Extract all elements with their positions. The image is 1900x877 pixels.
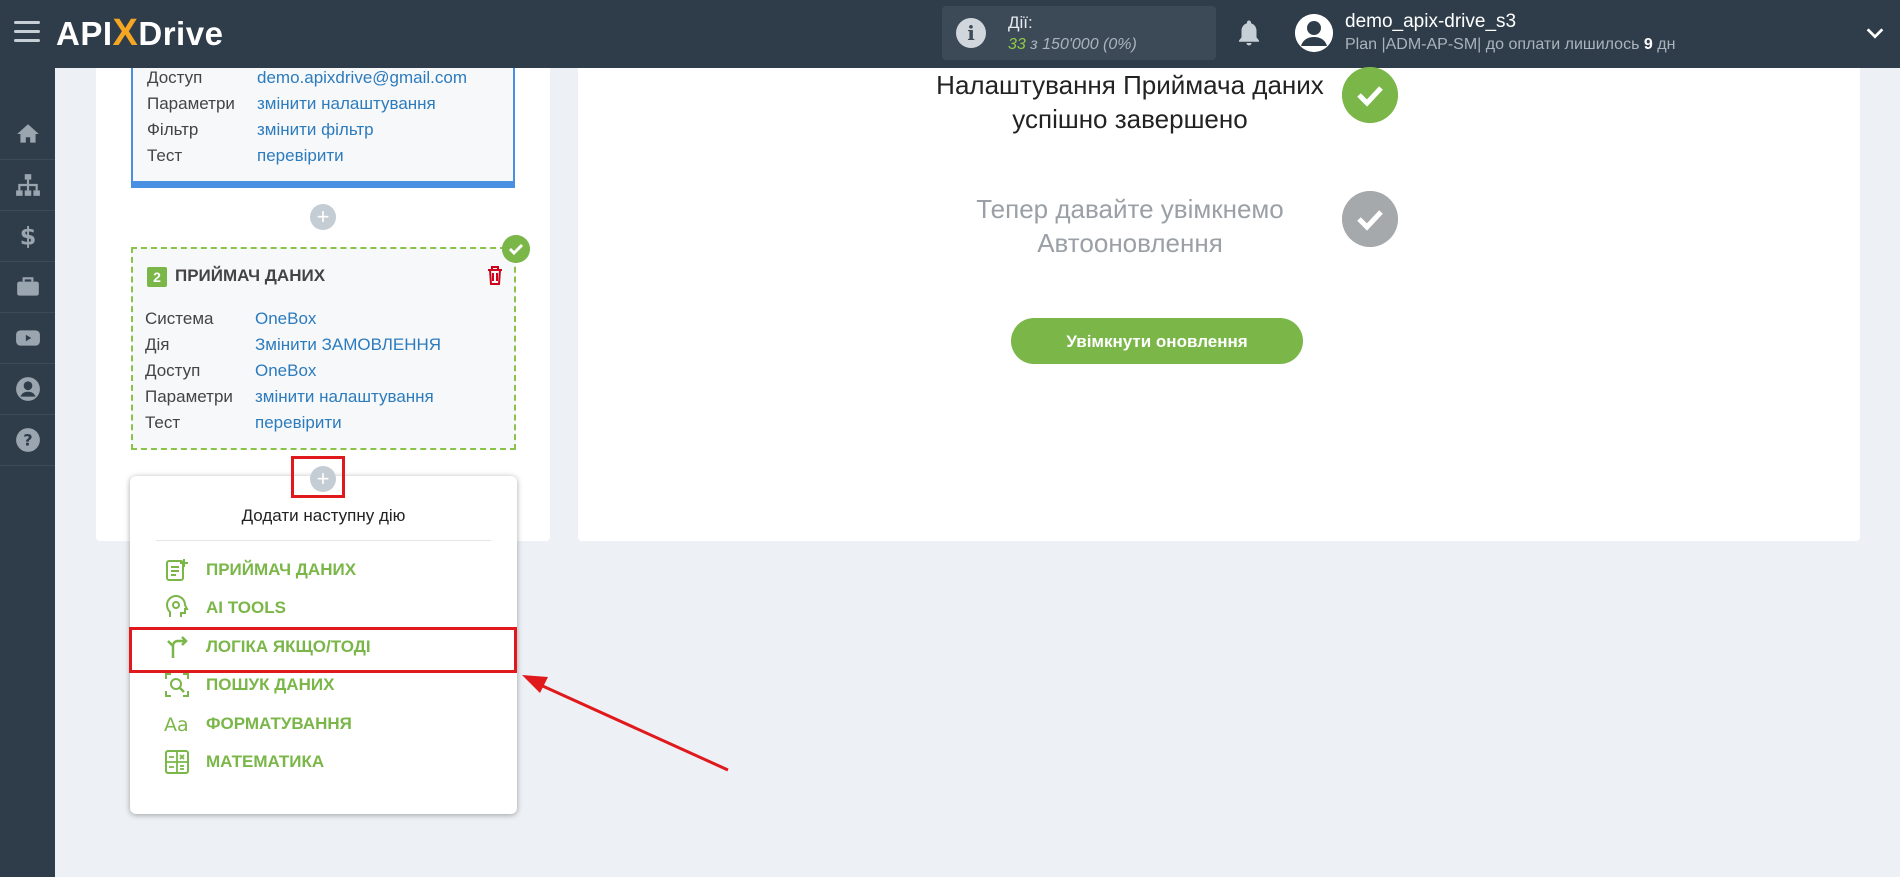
popup-divider — [156, 540, 491, 541]
sidebar-item-billing[interactable]: $ — [0, 211, 55, 262]
avatar[interactable] — [1295, 14, 1333, 52]
source-block: Доступ demo.apixdrive@gmail.com Параметр… — [131, 68, 515, 188]
row-key: Фільтр — [147, 120, 199, 139]
status-panel — [578, 68, 1860, 541]
menu-item-label: МАТЕМАТИКА — [206, 752, 325, 771]
row-key: Доступ — [147, 68, 203, 87]
youtube-icon — [15, 330, 40, 346]
top-bar: APIXDrive i Дії: 33 з 150'000 (0%) demo_… — [0, 0, 1900, 68]
menu-icon[interactable] — [14, 21, 40, 43]
row-key: Тест — [145, 413, 181, 432]
plan-info: Plan |ADM-AP-SM| до оплати лишилось 9 дн — [1345, 36, 1675, 54]
actions-value: 33 з 150'000 (0%) — [1008, 36, 1137, 54]
check-icon — [1342, 67, 1398, 123]
chevron-down-icon[interactable] — [1864, 22, 1886, 44]
block-bottom-bar — [131, 181, 515, 188]
menu-item-search[interactable]: ПОШУК ДАНИХ — [164, 670, 494, 700]
user-name[interactable]: demo_apix-drive_s3 — [1345, 11, 1516, 33]
row-value-link[interactable]: Змінити ЗАМОВЛЕННЯ — [255, 335, 441, 355]
svg-text:$: $ — [19, 223, 36, 249]
row-key: Параметри — [147, 94, 235, 113]
menu-item-format[interactable]: Aa ФОРМАТУВАННЯ — [164, 709, 494, 739]
row-value-link[interactable]: перевірити — [255, 413, 342, 433]
math-icon — [165, 750, 189, 774]
plan-days: 9 — [1643, 36, 1653, 53]
autoupdate-prompt: Тепер давайте увімкнемо Автооновлення — [900, 192, 1360, 260]
add-step-button[interactable]: + — [310, 204, 336, 230]
sidebar: $ ? — [0, 68, 55, 877]
trash-icon[interactable] — [486, 265, 504, 285]
check-icon — [502, 235, 530, 263]
row-value-link[interactable]: змінити налаштування — [257, 94, 436, 114]
logo-drive-text: Drive — [138, 15, 224, 52]
sidebar-item-account[interactable] — [0, 364, 55, 415]
logic-highlight-frame — [129, 627, 517, 673]
actions-counter: i Дії: 33 з 150'000 (0%) — [942, 6, 1216, 60]
actions-total: 150'000 — [1042, 36, 1099, 53]
svg-text:?: ? — [23, 430, 32, 449]
menu-item-label: AI TOOLS — [206, 598, 286, 617]
row-key: Параметри — [145, 387, 233, 406]
search-data-icon — [165, 673, 189, 697]
row-value-link[interactable]: OneBox — [255, 361, 316, 381]
logo-x-text: X — [112, 12, 139, 54]
user-icon — [15, 377, 40, 401]
menu-item-receiver[interactable]: ПРИЙМАЧ ДАНИХ — [164, 555, 494, 585]
bell-icon[interactable] — [1234, 18, 1264, 48]
check-icon — [1342, 191, 1398, 247]
row-value-link[interactable]: змінити фільтр — [257, 120, 374, 140]
actions-used: 33 — [1008, 36, 1026, 53]
receiver-icon — [166, 559, 188, 581]
step1-line2: успішно завершено — [1012, 104, 1248, 134]
row-value-link[interactable]: demo.apixdrive@gmail.com — [257, 68, 467, 88]
sidebar-item-projects[interactable] — [0, 262, 55, 313]
receiver-block: 2 ПРИЙМАЧ ДАНИХ Система OneBox Дія Зміни… — [131, 247, 516, 450]
row-key: Дія — [145, 335, 170, 354]
row-value-link[interactable]: перевірити — [257, 146, 344, 166]
logo-api-text: API — [56, 15, 113, 52]
step2-line2: Автооновлення — [1037, 228, 1223, 258]
row-key: Система — [145, 309, 214, 328]
receiver-complete-message: Налаштування Приймача даних успішно заве… — [900, 68, 1360, 136]
receiver-block-title: ПРИЙМАЧ ДАНИХ — [175, 266, 326, 285]
step1-line1: Налаштування Приймача даних — [936, 70, 1324, 100]
sidebar-item-connections[interactable] — [0, 160, 55, 211]
sidebar-item-video[interactable] — [0, 313, 55, 364]
enable-autoupdate-button[interactable]: Увімкнути оновлення — [1011, 318, 1303, 364]
menu-item-math[interactable]: МАТЕМАТИКА — [164, 747, 494, 777]
dollar-icon: $ — [19, 223, 36, 249]
plus-highlight-frame — [291, 456, 345, 498]
row-value-link[interactable]: OneBox — [255, 309, 316, 329]
actions-percent: (0%) — [1103, 36, 1137, 53]
format-icon: Aa — [164, 714, 189, 736]
actions-label: Дії: — [1008, 13, 1033, 32]
plan-suffix: дн — [1657, 36, 1676, 53]
actions-of: з — [1030, 36, 1038, 53]
row-value-link[interactable]: змінити налаштування — [255, 387, 434, 407]
menu-item-label: ФОРМАТУВАННЯ — [206, 714, 352, 733]
row-key: Тест — [147, 146, 183, 165]
info-icon: i — [956, 18, 986, 48]
step2-line1: Тепер давайте увімкнемо — [976, 194, 1284, 224]
menu-item-label: ПОШУК ДАНИХ — [206, 675, 335, 694]
menu-item-ai-tools[interactable]: AI TOOLS — [164, 593, 494, 623]
ai-head-icon — [165, 595, 189, 617]
sitemap-icon — [15, 174, 40, 196]
apixdrive-logo[interactable]: APIXDrive — [56, 12, 223, 55]
popup-title: Додати наступну дію — [241, 506, 406, 525]
plan-prefix: Plan |ADM-AP-SM| до оплати лишилось — [1345, 36, 1640, 53]
step-number-badge: 2 — [147, 267, 167, 287]
sidebar-item-home[interactable] — [0, 109, 55, 160]
sidebar-item-help[interactable]: ? — [0, 415, 55, 466]
home-icon — [16, 124, 39, 143]
menu-item-label: ПРИЙМАЧ ДАНИХ — [206, 560, 357, 579]
svg-text:Aa: Aa — [164, 714, 189, 736]
briefcase-icon — [16, 277, 39, 296]
help-icon: ? — [15, 428, 40, 452]
row-key: Доступ — [145, 361, 201, 380]
